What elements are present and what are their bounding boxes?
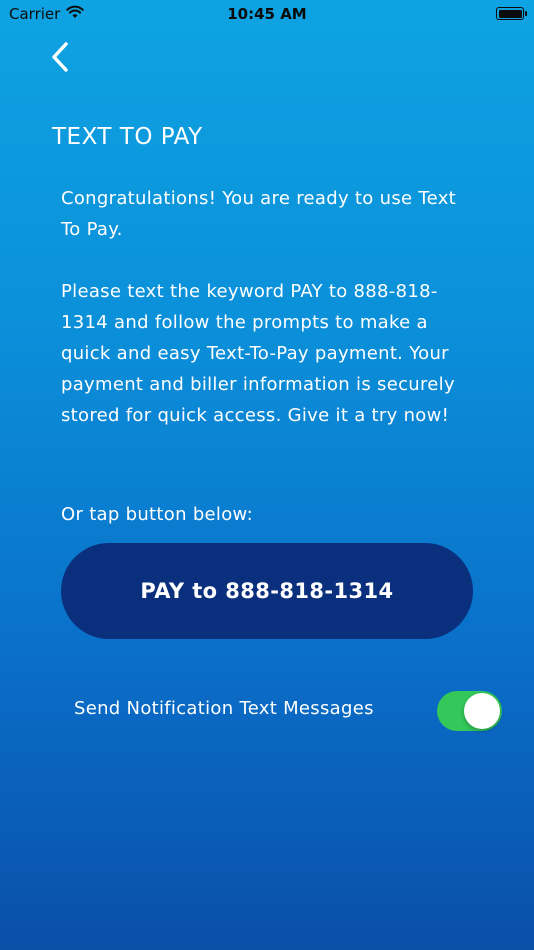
notification-toggle[interactable]	[437, 691, 502, 731]
pay-button[interactable]: PAY to 888-818-1314	[61, 543, 473, 639]
status-time: 10:45 AM	[227, 5, 307, 23]
toggle-knob	[464, 693, 500, 729]
status-bar: Carrier 10:45 AM	[0, 0, 534, 28]
instructions-text: Please text the keyword PAY to 888-818-1…	[61, 281, 455, 426]
page-title: TEXT TO PAY	[52, 124, 203, 150]
battery-icon	[496, 7, 527, 20]
notification-toggle-label: Send Notification Text Messages	[74, 698, 374, 719]
chevron-left-icon	[44, 42, 80, 82]
tap-below-text: Or tap button below:	[61, 504, 253, 525]
back-button[interactable]	[44, 38, 80, 78]
congrats-text: Congratulations! You are ready to use Te…	[61, 188, 457, 240]
